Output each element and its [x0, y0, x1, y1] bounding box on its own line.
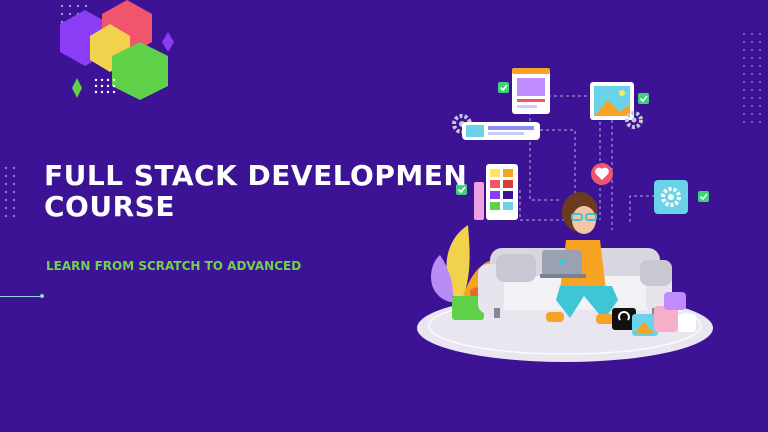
dot-grid-right	[742, 32, 762, 124]
course-title: FULL STACK DEVELOPMEN COURSE	[44, 160, 467, 222]
decorative-line	[0, 296, 44, 297]
toolbar-card	[462, 122, 540, 140]
window-card-top	[512, 68, 550, 114]
dot-grid-left	[4, 166, 16, 218]
color-palette-card	[474, 164, 518, 220]
heart-icon	[591, 163, 613, 185]
course-title-line-2: COURSE	[44, 190, 175, 223]
decorative-line-dot	[40, 294, 44, 298]
hexagon-logo	[60, 0, 174, 100]
course-title-line-1: FULL STACK DEVELOPMEN	[44, 159, 468, 192]
course-tagline: LEARN FROM SCRATCH TO ADVANCED	[46, 259, 302, 273]
thumbnail-canvas: FULL STACK DEVELOPMEN COURSE LEARN FROM …	[0, 0, 768, 432]
